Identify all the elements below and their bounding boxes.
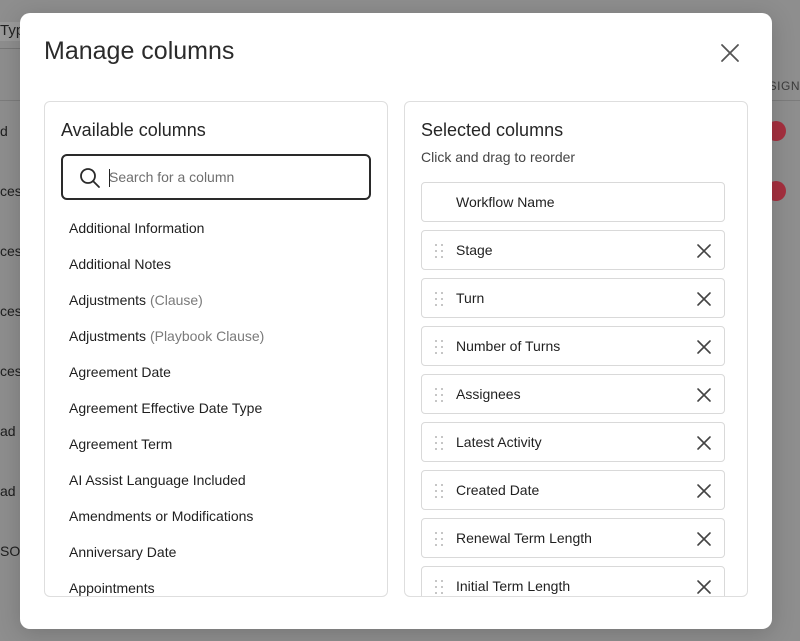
remove-column-button[interactable]	[696, 483, 712, 499]
close-icon	[697, 580, 711, 594]
close-icon	[697, 388, 711, 402]
drag-handle-icon[interactable]	[432, 386, 446, 404]
available-column-label: Adjustments	[69, 328, 147, 344]
selected-column-item[interactable]: Number of Turns	[421, 326, 725, 366]
available-column-label: Agreement Term	[69, 436, 173, 452]
selected-column-item[interactable]: Latest Activity	[421, 422, 725, 462]
selected-column-label: Assignees	[456, 386, 521, 402]
available-column-item[interactable]: Agreement Term	[45, 426, 387, 462]
search-icon	[80, 168, 100, 188]
reorder-hint: Click and drag to reorder	[421, 149, 576, 165]
available-column-label: Appointments	[69, 580, 155, 596]
bg-row-cell: ces	[0, 363, 22, 379]
bg-row-cell: ces	[0, 243, 22, 259]
selected-column-label: Created Date	[456, 482, 540, 498]
selected-column-label: Renewal Term Length	[456, 530, 592, 546]
bg-row-cell: ces	[0, 303, 22, 319]
close-icon	[697, 532, 711, 546]
available-columns-list: Additional Information Additional Notes Ad…	[45, 210, 387, 596]
drag-handle-icon[interactable]	[432, 434, 446, 452]
remove-column-button[interactable]	[696, 531, 712, 547]
selected-column-item[interactable]: Initial Term Length	[421, 566, 725, 596]
selected-column-item: Workflow Name	[421, 182, 725, 222]
selected-column-label: Initial Term Length	[456, 578, 571, 594]
bg-divider	[0, 48, 22, 49]
bg-row-cell: ad	[0, 483, 16, 499]
search-input[interactable]	[109, 165, 359, 189]
available-column-item[interactable]: Amendments or Modifications	[45, 498, 387, 534]
selected-column-item[interactable]: Renewal Term Length	[421, 518, 725, 558]
drag-handle-icon[interactable]	[432, 530, 446, 548]
available-columns-title: Available columns	[61, 120, 206, 140]
bg-row-cell: ces	[0, 183, 22, 199]
selected-column-label: Latest Activity	[456, 434, 542, 450]
selected-column-item[interactable]: Created Date	[421, 470, 725, 510]
manage-columns-dialog: Manage columns Available columns Additio…	[20, 13, 772, 629]
selected-column-item[interactable]: Turn	[421, 278, 725, 318]
selected-column-item[interactable]: Stage	[421, 230, 725, 270]
available-column-item[interactable]: Agreement Effective Date Type	[45, 390, 387, 426]
remove-column-button[interactable]	[696, 339, 712, 355]
available-column-label: Agreement Effective Date Type	[69, 400, 263, 416]
bg-row-cell: d	[0, 123, 8, 139]
available-column-item[interactable]: Appointments	[45, 570, 387, 596]
selected-columns-panel: Selected columns Click and drag to reord…	[404, 101, 748, 597]
remove-column-button[interactable]	[696, 435, 712, 451]
selected-column-label: Turn	[456, 290, 485, 306]
close-icon	[721, 44, 739, 62]
dialog-title: Manage columns	[44, 37, 235, 65]
available-column-item[interactable]: Additional Notes	[45, 246, 387, 282]
available-column-source: (Playbook Clause)	[149, 328, 265, 344]
available-column-label: Amendments or Modifications	[69, 508, 254, 524]
close-icon	[697, 292, 711, 306]
selected-column-label: Stage	[456, 242, 493, 258]
drag-handle-icon[interactable]	[432, 482, 446, 500]
available-column-label: Additional Information	[69, 220, 205, 236]
close-icon	[697, 436, 711, 450]
remove-column-button[interactable]	[696, 579, 712, 595]
available-column-item[interactable]: AI Assist Language Included	[45, 462, 387, 498]
available-column-label: Anniversary Date	[69, 544, 177, 560]
available-column-source: (Clause)	[149, 292, 203, 308]
available-column-label: Additional Notes	[69, 256, 171, 272]
text-caret	[109, 169, 110, 187]
available-column-label: AI Assist Language Included	[69, 472, 246, 488]
available-column-item[interactable]: Anniversary Date	[45, 534, 387, 570]
available-column-item[interactable]: Adjustments (Playbook Clause)	[45, 318, 387, 354]
selected-columns-list: Workflow Name Stage Turn Number of Turns Ass…	[421, 182, 725, 596]
drag-handle-icon[interactable]	[432, 290, 446, 308]
available-columns-panel: Available columns Additional Information…	[44, 101, 388, 597]
remove-column-button[interactable]	[696, 387, 712, 403]
close-icon	[697, 340, 711, 354]
available-column-item[interactable]: Agreement Date	[45, 354, 387, 390]
remove-column-button[interactable]	[696, 243, 712, 259]
close-icon	[697, 244, 711, 258]
drag-handle-icon[interactable]	[432, 338, 446, 356]
available-column-label: Adjustments	[69, 292, 147, 308]
drag-handle-icon[interactable]	[432, 242, 446, 260]
selected-column-label: Workflow Name	[456, 194, 555, 210]
available-column-item[interactable]: Additional Information	[45, 210, 387, 246]
remove-column-button[interactable]	[696, 291, 712, 307]
bg-row-cell: ad	[0, 423, 16, 439]
available-column-label: Agreement Date	[69, 364, 171, 380]
search-box[interactable]	[61, 154, 371, 200]
selected-column-item[interactable]: Assignees	[421, 374, 725, 414]
selected-column-label: Number of Turns	[456, 338, 561, 354]
close-button[interactable]	[717, 40, 743, 66]
close-icon	[697, 484, 711, 498]
drag-handle-icon[interactable]	[432, 578, 446, 596]
selected-columns-title: Selected columns	[421, 120, 564, 140]
available-column-item[interactable]: Adjustments (Clause)	[45, 282, 387, 318]
